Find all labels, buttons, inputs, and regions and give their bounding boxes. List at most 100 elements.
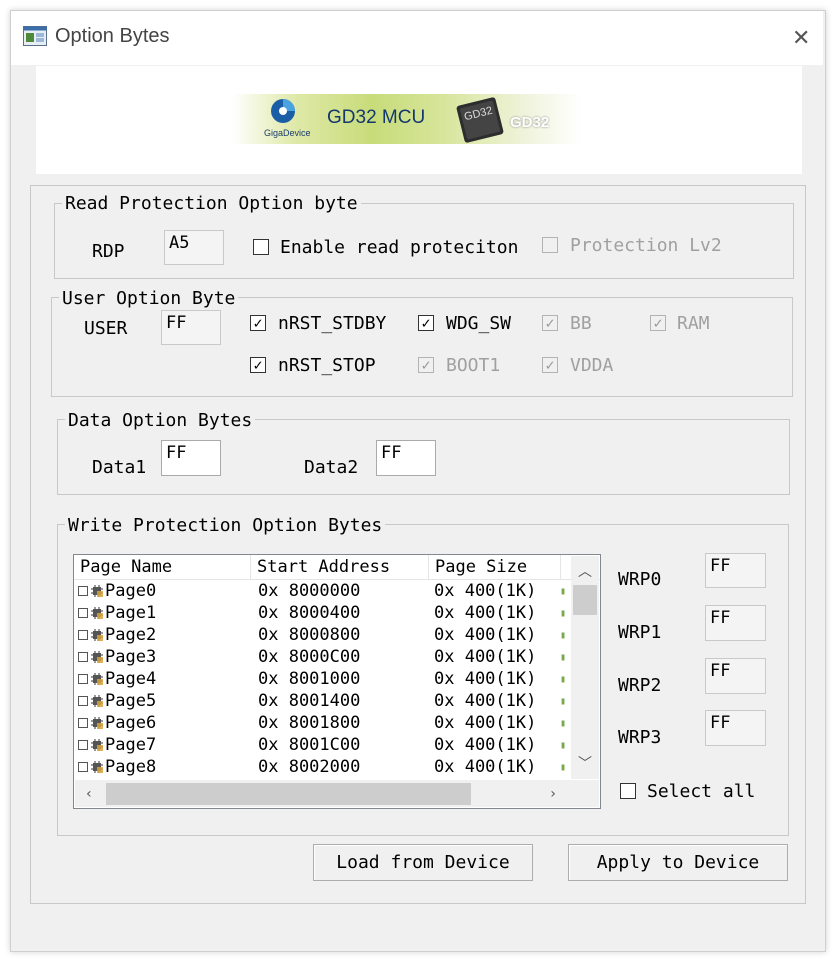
page-name: Page6	[105, 713, 157, 733]
data2-field[interactable]: FF	[376, 440, 436, 476]
page-name: Page3	[105, 647, 157, 667]
row-checkbox[interactable]	[78, 608, 88, 618]
vdda-label: VDDA	[570, 355, 614, 376]
page-list-rows: Page0 0x 8000000 0x 400(1K) ▮ Page1 0x 800040…	[74, 580, 600, 778]
start-address-cell: 0x 8000C00	[258, 647, 361, 667]
page-name-cell: Page8	[74, 757, 250, 777]
gd32-mcu-text: GD32 MCU	[327, 107, 426, 128]
extra-cell-icon: ▮	[560, 607, 567, 619]
start-address-cell: 0x 8001800	[258, 713, 361, 733]
page-name-cell: Page2	[74, 625, 250, 645]
table-row[interactable]: Page6 0x 8001800 0x 400(1K) ▮	[74, 712, 600, 734]
extra-cell-icon: ▮	[560, 629, 567, 641]
user-label: USER	[84, 318, 128, 339]
page-chip-icon	[91, 761, 103, 773]
wrp1-label: WRP1	[618, 622, 662, 643]
extra-cell-icon: ▮	[560, 695, 567, 707]
wdg-sw-checkbox[interactable]: ✓	[418, 315, 434, 331]
row-checkbox[interactable]	[78, 586, 88, 596]
page-chip-icon	[91, 739, 103, 751]
row-checkbox[interactable]	[78, 740, 88, 750]
protection-lv2-checkbox	[542, 237, 558, 253]
rdp-label: RDP	[92, 241, 125, 262]
page-name-cell: Page4	[74, 669, 250, 689]
load-from-device-button[interactable]: Load from Device	[313, 844, 533, 881]
page-chip-icon	[91, 607, 103, 619]
row-checkbox[interactable]	[78, 696, 88, 706]
boot1-checkbox: ✓	[418, 357, 434, 373]
extra-cell-icon: ▮	[560, 651, 567, 663]
user-field[interactable]: FF	[161, 310, 221, 345]
wrp2-field[interactable]: FF	[705, 658, 766, 694]
row-checkbox[interactable]	[78, 762, 88, 772]
table-row[interactable]: Page3 0x 8000C00 0x 400(1K) ▮	[74, 646, 600, 668]
scroll-down-icon[interactable]: ﹀	[571, 752, 599, 774]
nrst-stop-checkbox[interactable]: ✓	[250, 357, 266, 373]
scroll-right-icon[interactable]: ›	[542, 783, 564, 805]
data1-field[interactable]: FF	[161, 440, 221, 476]
page-size-cell: 0x 400(1K)	[434, 647, 537, 667]
protection-lv2-label: Protection Lv2	[570, 235, 722, 256]
page-name-cell: Page5	[74, 691, 250, 711]
start-address-cell: 0x 8000800	[258, 625, 361, 645]
wrp3-field[interactable]: FF	[705, 710, 766, 746]
select-all-checkbox[interactable]	[620, 783, 636, 799]
table-row[interactable]: Page2 0x 8000800 0x 400(1K) ▮	[74, 624, 600, 646]
nrst-stdby-checkbox[interactable]: ✓	[250, 315, 266, 331]
page-name-cell: Page7	[74, 735, 250, 755]
user-option-legend: User Option Byte	[59, 288, 239, 309]
mascot-text: GD32	[510, 114, 550, 131]
table-row[interactable]: Page4 0x 8001000 0x 400(1K) ▮	[74, 668, 600, 690]
page-size-cell: 0x 400(1K)	[434, 625, 537, 645]
page-list-header: Page Name Start Address Page Size '	[74, 555, 600, 580]
column-header-start-address[interactable]: Start Address	[251, 555, 429, 579]
wrp0-field[interactable]: FF	[705, 553, 766, 588]
vertical-scroll-thumb[interactable]	[573, 585, 597, 615]
page-name: Page4	[105, 669, 157, 689]
row-checkbox[interactable]	[78, 652, 88, 662]
page-name: Page7	[105, 735, 157, 755]
boot1-label: BOOT1	[446, 355, 501, 376]
row-checkbox[interactable]	[78, 630, 88, 640]
page-name-cell: Page3	[74, 647, 250, 667]
page-list: Page Name Start Address Page Size ' Page…	[73, 554, 601, 809]
wrp2-label: WRP2	[618, 675, 662, 696]
table-row[interactable]: Page5 0x 8001400 0x 400(1K) ▮	[74, 690, 600, 712]
ram-label: RAM	[677, 313, 710, 334]
scroll-left-icon[interactable]: ‹	[78, 783, 100, 805]
table-row[interactable]: Page0 0x 8000000 0x 400(1K) ▮	[74, 580, 600, 602]
wdg-sw-label: WDG_SW	[446, 313, 512, 334]
column-header-page-name[interactable]: Page Name	[74, 555, 251, 579]
nrst-stop-label: nRST_STOP	[278, 355, 376, 376]
close-icon[interactable]: ✕	[792, 25, 810, 51]
row-checkbox[interactable]	[78, 674, 88, 684]
horizontal-scroll-thumb[interactable]	[106, 783, 471, 805]
page-name: Page5	[105, 691, 157, 711]
extra-cell-icon: ▮	[560, 761, 567, 773]
row-checkbox[interactable]	[78, 718, 88, 728]
page-name-cell: Page0	[74, 581, 250, 601]
start-address-cell: 0x 8000400	[258, 603, 361, 623]
enable-read-protection-label: Enable read proteciton	[280, 237, 519, 258]
table-row[interactable]: Page8 0x 8002000 0x 400(1K) ▮	[74, 756, 600, 778]
wrp3-label: WRP3	[618, 727, 662, 748]
enable-read-protection-checkbox[interactable]	[253, 239, 269, 255]
column-header-page-size[interactable]: Page Size	[429, 555, 561, 579]
page-name: Page2	[105, 625, 157, 645]
read-protection-legend: Read Protection Option byte	[62, 193, 361, 214]
ram-checkbox: ✓	[650, 315, 666, 331]
wrp1-field[interactable]: FF	[705, 605, 766, 641]
gigadevice-brand-text: GigaDevice	[264, 128, 311, 138]
start-address-cell: 0x 8001000	[258, 669, 361, 689]
page-name: Page0	[105, 581, 157, 601]
apply-to-device-button[interactable]: Apply to Device	[568, 844, 788, 881]
page-size-cell: 0x 400(1K)	[434, 581, 537, 601]
scroll-up-icon[interactable]: ︿	[571, 560, 599, 582]
data1-label: Data1	[92, 457, 147, 478]
table-row[interactable]: Page1 0x 8000400 0x 400(1K) ▮	[74, 602, 600, 624]
table-row[interactable]: Page7 0x 8001C00 0x 400(1K) ▮	[74, 734, 600, 756]
page-size-cell: 0x 400(1K)	[434, 713, 537, 733]
rdp-field[interactable]: A5	[164, 230, 224, 265]
wrp0-label: WRP0	[618, 569, 662, 590]
write-protection-legend: Write Protection Option Bytes	[65, 515, 386, 536]
